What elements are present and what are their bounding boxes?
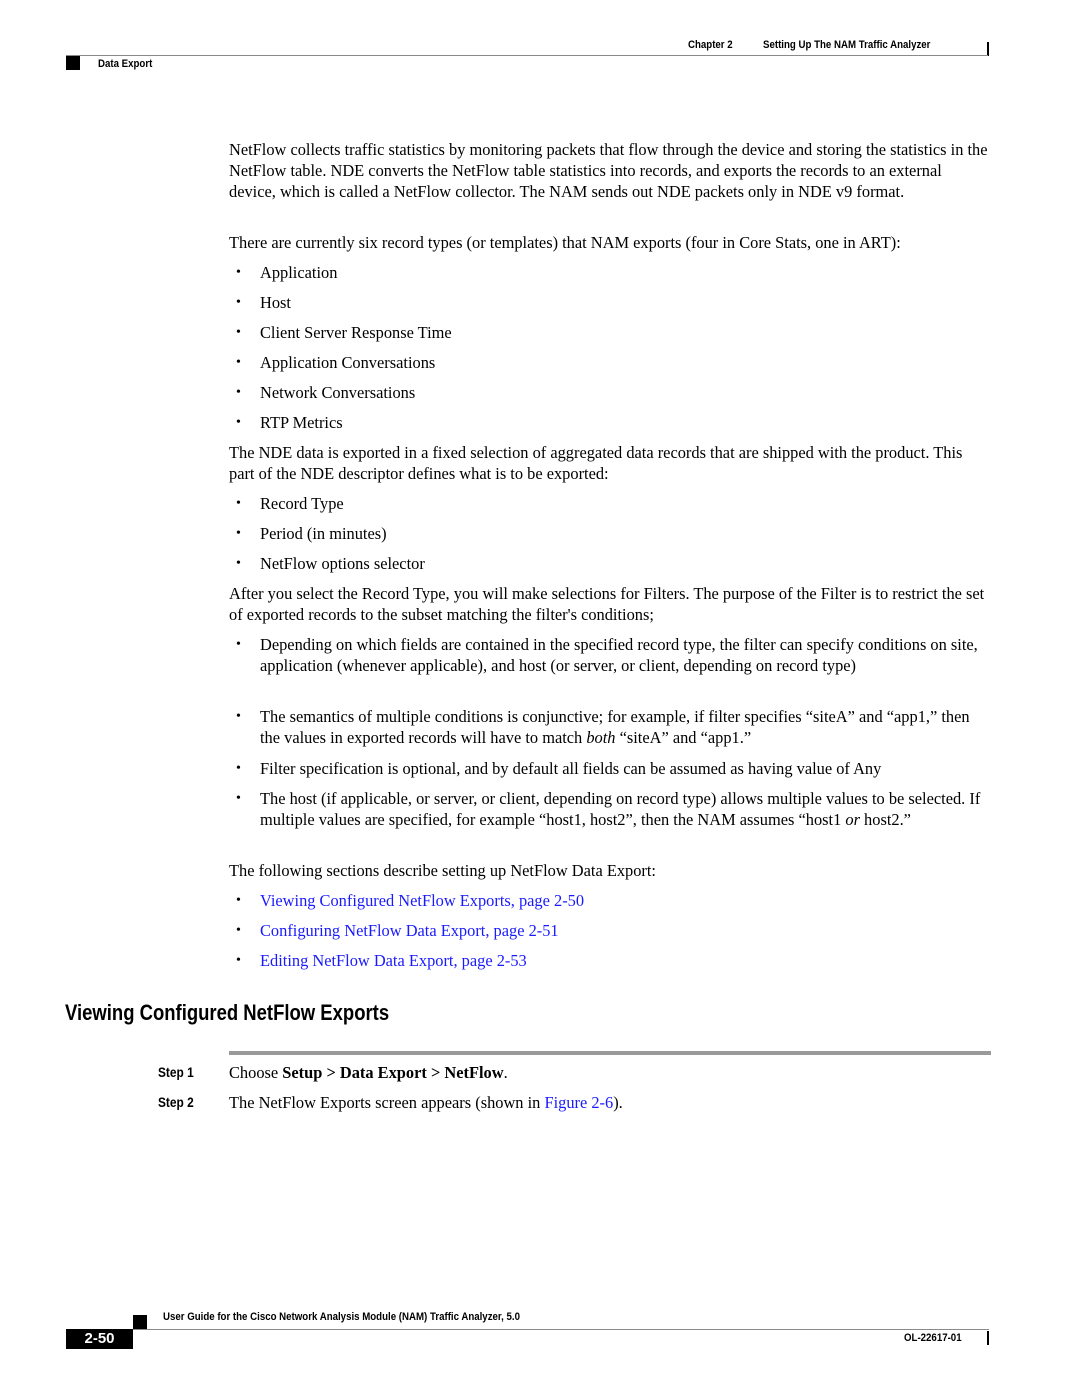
bullet-icon: • — [236, 325, 241, 340]
footer-doc-id: OL-22617-01 — [904, 1332, 962, 1344]
sections-intro: The following sections describe setting … — [229, 861, 656, 880]
section-heading: Viewing Configured NetFlow Exports — [65, 1000, 390, 1025]
bullet-icon: • — [236, 923, 241, 938]
header-rule — [66, 55, 988, 56]
bullet-icon: • — [236, 526, 241, 541]
step-2-text: The NetFlow Exports screen appears (show… — [229, 1093, 623, 1112]
bullet-icon: • — [236, 791, 241, 806]
list-item: • Host — [229, 292, 991, 313]
list-item: • Application — [229, 262, 991, 283]
list-item: • The semantics of multiple conditions is… — [229, 706, 991, 748]
footer-square-marker — [133, 1315, 147, 1329]
bullet-icon: • — [236, 496, 241, 511]
link-editing-netflow-data-export[interactable]: Editing NetFlow Data Export, page 2-53 — [260, 951, 527, 970]
procedure-rule — [229, 1051, 991, 1055]
list-item: • Viewing Configured NetFlow Exports, pag… — [229, 890, 991, 911]
step-1-label: Step 1 — [158, 1064, 194, 1080]
filter-intro: After you select the Record Type, you wi… — [229, 584, 985, 624]
link-viewing-configured-netflow-exports[interactable]: Viewing Configured NetFlow Exports, page… — [260, 891, 584, 910]
bullet-icon: • — [236, 761, 241, 776]
list-item: • Depending on which fields are contained… — [229, 634, 991, 676]
footer-guide-title: User Guide for the Cisco Network Analysi… — [163, 1311, 520, 1323]
bullet-icon: • — [236, 709, 241, 724]
intro-paragraph: NetFlow collects traffic statistics by m… — [229, 140, 988, 201]
figure-link[interactable]: Figure 2-6 — [544, 1093, 613, 1112]
list-item: • Filter specification is optional, and b… — [229, 758, 991, 779]
bullet-icon: • — [236, 893, 241, 908]
list-item: • Application Conversations — [229, 352, 991, 373]
header-chapter-title: Setting Up The NAM Traffic Analyzer — [763, 39, 931, 51]
record-types-intro: There are currently six record types (or… — [229, 233, 901, 252]
bullet-icon: • — [236, 637, 241, 652]
header-section: Data Export — [98, 58, 153, 70]
list-item: • Configuring NetFlow Data Export, page 2… — [229, 920, 991, 941]
list-item: • RTP Metrics — [229, 412, 991, 433]
bullet-icon: • — [236, 295, 241, 310]
footer-rule — [133, 1329, 989, 1330]
list-item: • NetFlow options selector — [229, 553, 991, 574]
list-item: • The host (if applicable, or server, or … — [229, 788, 991, 830]
list-item: • Period (in minutes) — [229, 523, 991, 544]
header-chapter: Chapter 2 — [688, 39, 733, 51]
bullet-icon: • — [236, 415, 241, 430]
step-1-text: Choose Setup > Data Export > NetFlow. — [229, 1063, 508, 1082]
bullet-icon: • — [236, 385, 241, 400]
page-number-badge: 2-50 — [66, 1329, 133, 1349]
bullet-icon: • — [236, 265, 241, 280]
list-item: • Client Server Response Time — [229, 322, 991, 343]
list-item: • Editing NetFlow Data Export, page 2-53 — [229, 950, 991, 971]
footer-bar-marker — [987, 1331, 989, 1345]
list-item: • Record Type — [229, 493, 991, 514]
link-configuring-netflow-data-export[interactable]: Configuring NetFlow Data Export, page 2-… — [260, 921, 559, 940]
list-item: • Network Conversations — [229, 382, 991, 403]
bullet-icon: • — [236, 355, 241, 370]
bullet-icon: • — [236, 556, 241, 571]
nde-intro: The NDE data is exported in a fixed sele… — [229, 443, 963, 483]
step-2-label: Step 2 — [158, 1094, 194, 1110]
header-square-marker — [66, 56, 80, 70]
header-bar-marker — [987, 42, 989, 56]
bullet-icon: • — [236, 953, 241, 968]
